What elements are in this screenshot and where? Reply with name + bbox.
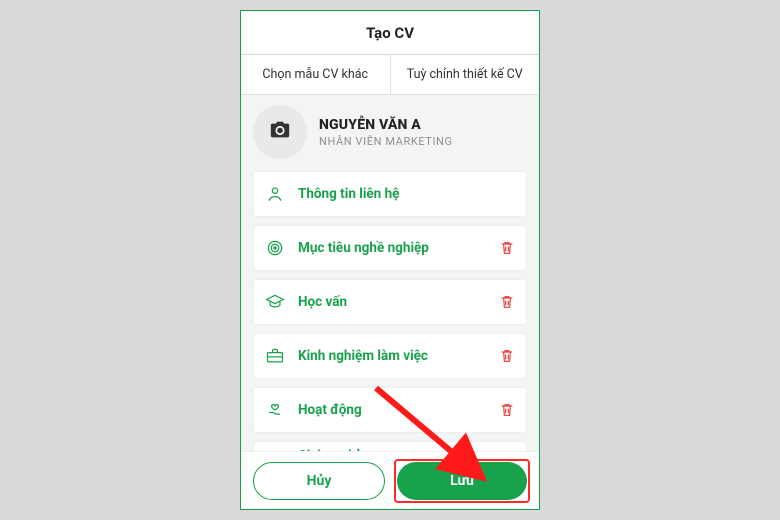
trash-icon[interactable] [498,401,516,419]
section-contact[interactable]: Thông tin liên hệ [253,171,527,217]
heart-hand-icon [264,399,286,421]
section-education[interactable]: Học vấn [253,279,527,325]
profile-text: NGUYỄN VĂN A NHÂN VIÊN MARKETING [319,117,453,148]
page-title: Tạo CV [366,24,414,42]
section-label: Thông tin liên hệ [298,186,516,202]
section-experience[interactable]: Kinh nghiệm làm việc [253,333,527,379]
section-activity[interactable]: Hoạt động [253,387,527,433]
tab-label: Tuỳ chỉnh thiết kế CV [407,67,523,82]
button-label: Lưu [450,473,474,489]
section-label: Mục tiêu nghề nghiệp [298,240,486,256]
profile-name: NGUYỄN VĂN A [319,117,453,133]
camera-icon [269,119,291,145]
trash-icon[interactable] [498,347,516,365]
footer-bar: Hủy Lưu [241,451,539,509]
trash-icon[interactable] [498,293,516,311]
profile-header: NGUYỄN VĂN A NHÂN VIÊN MARKETING [253,105,527,159]
graduation-cap-icon [264,291,286,313]
target-icon [264,237,286,259]
profile-job: NHÂN VIÊN MARKETING [319,135,453,148]
tab-label: Chọn mẫu CV khác [262,67,368,82]
app-screen: Tạo CV Chọn mẫu CV khác Tuỳ chỉnh thiết … [240,10,540,510]
section-label: Học vấn [298,294,486,310]
button-label: Hủy [307,473,332,489]
title-bar: Tạo CV [241,11,539,55]
avatar-upload[interactable] [253,105,307,159]
tab-customize-design[interactable]: Tuỳ chỉnh thiết kế CV [391,55,540,94]
tab-choose-template[interactable]: Chọn mẫu CV khác [241,55,391,94]
section-label: Hoạt động [298,402,486,418]
trash-icon[interactable] [498,239,516,257]
save-button[interactable]: Lưu [397,462,527,500]
section-certificate[interactable]: Chứng chỉ [253,441,527,451]
user-icon [264,183,286,205]
section-objective[interactable]: Mục tiêu nghề nghiệp [253,225,527,271]
tabs: Chọn mẫu CV khác Tuỳ chỉnh thiết kế CV [241,55,539,95]
section-label: Kinh nghiệm làm việc [298,348,486,364]
content-scroll[interactable]: NGUYỄN VĂN A NHÂN VIÊN MARKETING Thông t… [241,95,539,451]
cancel-button[interactable]: Hủy [253,462,385,500]
briefcase-icon [264,345,286,367]
